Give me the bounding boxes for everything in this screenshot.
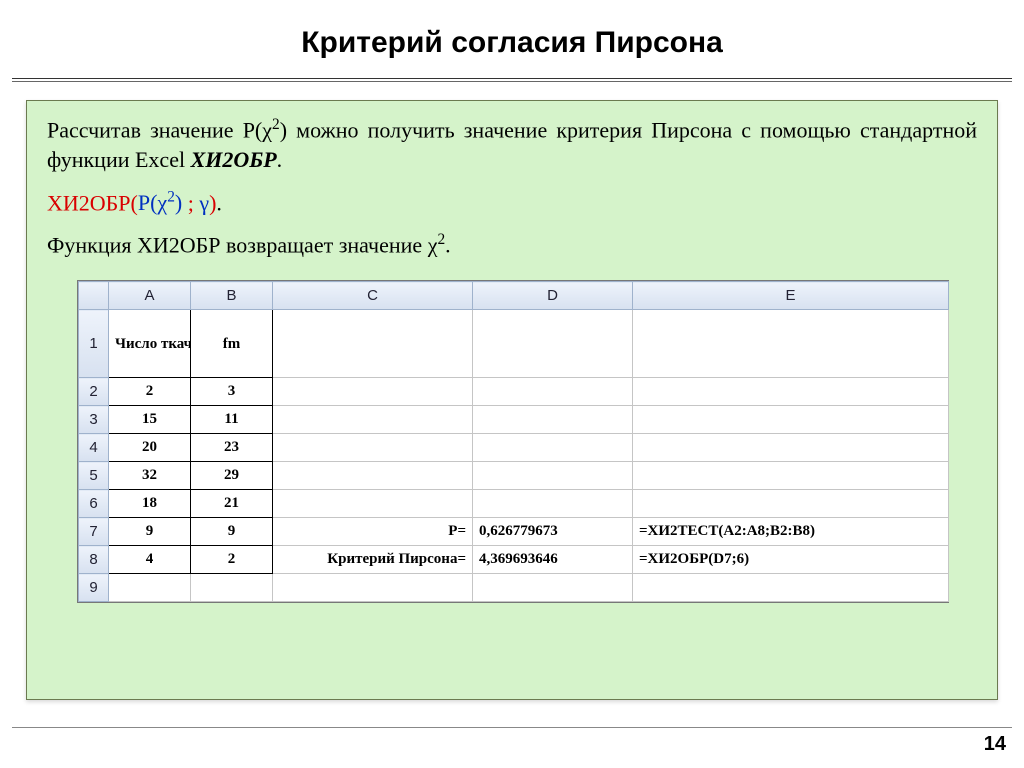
cell[interactable]: 32 [109,462,191,490]
text: . [445,232,451,257]
cell-formula-chi[interactable]: =ХИ2ОБР(D7;6) [633,546,949,574]
cell[interactable] [273,310,473,378]
formula-arg2: γ [199,190,209,215]
divider [12,78,1012,79]
column-header-e[interactable]: E [633,282,949,310]
row-header[interactable]: 9 [79,574,109,602]
cell[interactable] [633,462,949,490]
cell[interactable] [633,434,949,462]
cell[interactable] [273,406,473,434]
cell[interactable]: 15 [109,406,191,434]
cell[interactable] [473,406,633,434]
cell[interactable]: 9 [109,518,191,546]
divider [12,727,1012,728]
column-header-c[interactable]: C [273,282,473,310]
cell-value-chi[interactable]: 4,369693646 [473,546,633,574]
table-row: 7 9 9 P= 0,626779673 =ХИ2ТЕСТ(A2:A8;B2:B… [79,518,949,546]
column-header-row: A B C D E [79,282,949,310]
column-header-a[interactable]: A [109,282,191,310]
cell[interactable] [633,574,949,602]
cell[interactable]: 2 [109,378,191,406]
formula-arg1: P(χ2) [138,190,182,215]
row-header[interactable]: 3 [79,406,109,434]
cell[interactable]: 3 [191,378,273,406]
cell[interactable] [473,434,633,462]
cell-a1[interactable]: Число ткачих, f [109,310,191,378]
row-header[interactable]: 6 [79,490,109,518]
text: Функция ХИ2ОБР возвращает значение χ [47,232,437,257]
cell[interactable] [633,490,949,518]
cell[interactable] [273,378,473,406]
text: P(χ [138,190,167,215]
superscript-2: 2 [167,189,175,206]
row-header[interactable]: 7 [79,518,109,546]
cell[interactable] [191,574,273,602]
paragraph-1: Рассчитав значение P(χ2) можно получить … [47,115,977,175]
cell[interactable]: 2 [191,546,273,574]
select-all-corner[interactable] [79,282,109,310]
row-header[interactable]: 1 [79,310,109,378]
cell[interactable]: 29 [191,462,273,490]
slide-title: Критерий согласия Пирсона [0,0,1024,78]
cell[interactable]: 9 [191,518,273,546]
page-number: 14 [984,733,1006,756]
table-row: 6 18 21 [79,490,949,518]
text: Число ткачих, f [115,336,191,352]
cell-b1[interactable]: fm [191,310,273,378]
text: Рассчитав значение P(χ [47,117,272,142]
row-header[interactable]: 5 [79,462,109,490]
text: . [277,147,283,172]
table-row: 4 20 23 [79,434,949,462]
cell[interactable] [109,574,191,602]
paragraph-2: Функция ХИ2ОБР возвращает значение χ2. [47,230,977,260]
formula-line: ХИ2ОБР(P(χ2) ; γ). [47,189,977,216]
cell[interactable] [473,462,633,490]
row-header[interactable]: 4 [79,434,109,462]
cell[interactable] [633,378,949,406]
cell-value-p[interactable]: 0,626779673 [473,518,633,546]
content-panel: Рассчитав значение P(χ2) можно получить … [26,100,998,700]
table-row: 9 [79,574,949,602]
slide: Критерий согласия Пирсона Рассчитав знач… [0,0,1024,768]
cell[interactable] [273,574,473,602]
superscript-2: 2 [272,116,280,133]
divider [12,81,1012,82]
row-header[interactable]: 2 [79,378,109,406]
cell[interactable] [273,434,473,462]
cell[interactable] [473,490,633,518]
cell-formula-p[interactable]: =ХИ2ТЕСТ(A2:A8;B2:B8) [633,518,949,546]
table-row: 2 2 3 [79,378,949,406]
cell[interactable]: 23 [191,434,273,462]
cell-label-p[interactable]: P= [273,518,473,546]
cell[interactable]: 18 [109,490,191,518]
cell[interactable] [473,378,633,406]
cell[interactable]: 21 [191,490,273,518]
table-row: 1 Число ткачих, f fm [79,310,949,378]
column-header-b[interactable]: B [191,282,273,310]
cell[interactable] [273,490,473,518]
spreadsheet-grid: A B C D E 1 Число ткачих, f fm [78,281,949,602]
column-header-d[interactable]: D [473,282,633,310]
cell[interactable] [473,574,633,602]
cell[interactable] [633,406,949,434]
cell[interactable] [273,462,473,490]
formula-sep: ; [182,190,199,215]
excel-screenshot: A B C D E 1 Число ткачих, f fm [77,280,949,603]
cell[interactable]: 11 [191,406,273,434]
cell[interactable] [633,310,949,378]
text: . [216,190,222,215]
cell-label-chi[interactable]: Критерий Пирсона= [273,546,473,574]
row-header[interactable]: 8 [79,546,109,574]
table-row: 5 32 29 [79,462,949,490]
cell[interactable] [473,310,633,378]
table-row: 3 15 11 [79,406,949,434]
function-name: ХИ2ОБР [191,147,277,172]
table-row: 8 4 2 Критерий Пирсона= 4,369693646 =ХИ2… [79,546,949,574]
cell[interactable]: 20 [109,434,191,462]
cell[interactable]: 4 [109,546,191,574]
formula-fn: ХИ2ОБР( [47,190,138,215]
